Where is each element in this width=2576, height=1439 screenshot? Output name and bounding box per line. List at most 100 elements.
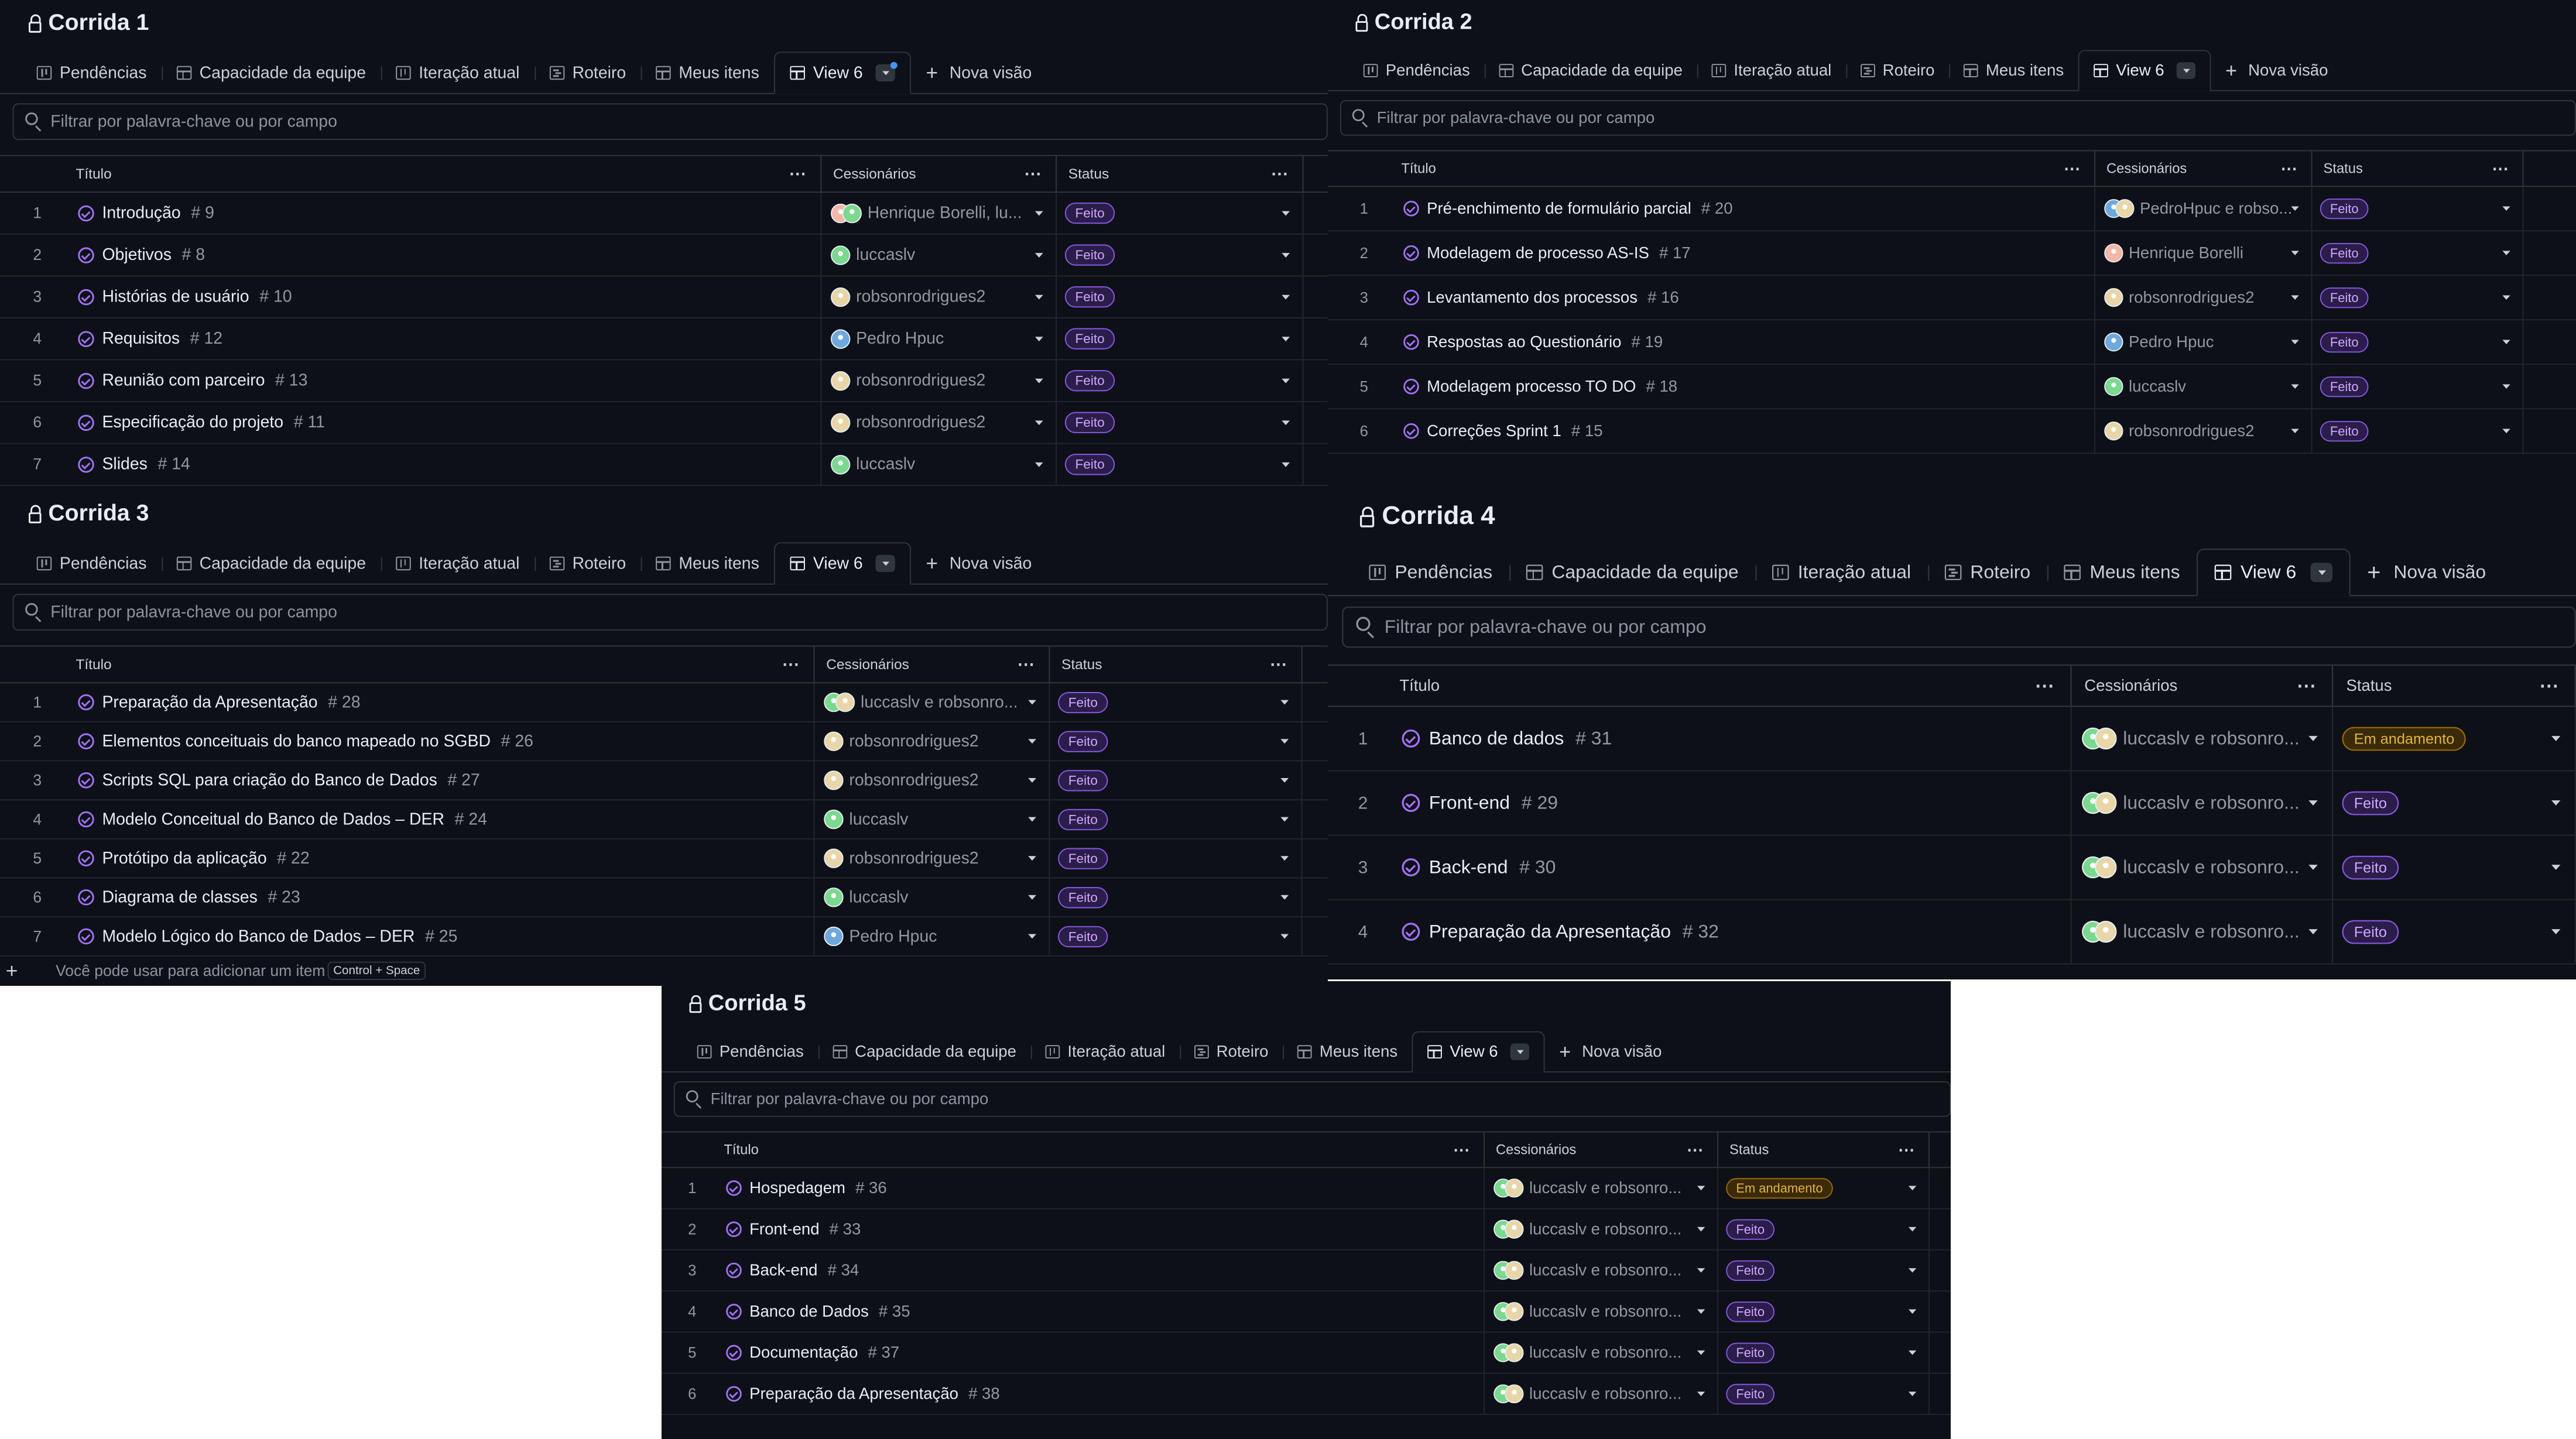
item-title-link[interactable]: Levantamento dos processos — [1427, 289, 1638, 307]
status-cell[interactable]: Feito — [2313, 409, 2524, 453]
tab-itera-o-atual[interactable]: Iteração atual — [1030, 1032, 1180, 1071]
chevron-down-icon[interactable] — [2291, 251, 2299, 256]
item-title-cell[interactable]: Hospedagem # 36 — [723, 1168, 1485, 1208]
chevron-down-icon[interactable] — [2551, 929, 2561, 934]
assignees-cell[interactable]: robsonrodrigues2 — [815, 722, 1050, 760]
chevron-down-icon[interactable] — [1908, 1186, 1917, 1191]
tab-meus-itens[interactable]: Meus itens — [2047, 550, 2197, 595]
item-title-link[interactable]: Scripts SQL para criação do Banco de Dad… — [102, 771, 437, 790]
item-title-link[interactable]: Banco de Dados — [749, 1303, 869, 1321]
chevron-down-icon[interactable] — [1034, 336, 1043, 341]
tab-capacidade-da-equipe[interactable]: Capacidade da equipe — [161, 53, 381, 93]
chevron-down-icon[interactable] — [2551, 736, 2561, 741]
item-title-cell[interactable]: Banco de dados # 31 — [1398, 707, 2072, 770]
item-title-link[interactable]: Preparação da Apresentação — [1429, 921, 1671, 942]
column-menu-icon[interactable]: ⋯ — [2539, 675, 2559, 698]
assignees-cell[interactable]: luccaslv e robsonro... — [2071, 771, 2334, 835]
tab-meus-itens[interactable]: Meus itens — [1949, 51, 2078, 90]
item-title-link[interactable]: Front-end — [749, 1220, 819, 1238]
status-cell[interactable]: Feito — [2313, 187, 2524, 231]
chevron-down-icon[interactable] — [2502, 429, 2510, 434]
status-cell[interactable]: Feito — [2334, 900, 2576, 964]
table-row[interactable]: 6 Diagrama de classes # 23 luccaslv Feito — [0, 878, 1328, 918]
chevron-down-icon[interactable] — [1908, 1350, 1917, 1355]
chevron-down-icon[interactable] — [2291, 340, 2299, 345]
column-header-assignees[interactable]: Cessionários ⋯ — [821, 156, 1057, 192]
item-title-cell[interactable]: Modelo Lógico do Banco de Dados – DER # 2… — [74, 917, 815, 955]
chevron-down-icon[interactable] — [2502, 384, 2510, 389]
item-title-link[interactable]: Preparação da Apresentação — [749, 1385, 958, 1403]
tab-meus-itens[interactable]: Meus itens — [1283, 1032, 1412, 1071]
assignees-cell[interactable]: luccaslv e robsonro... — [1485, 1209, 1718, 1249]
assignees-cell[interactable]: luccaslv — [821, 234, 1057, 276]
tab-meus-itens[interactable]: Meus itens — [640, 53, 775, 93]
item-title-cell[interactable]: Modelagem de processo AS-IS # 17 — [1400, 231, 2095, 275]
assignees-cell[interactable]: PedroHpuc e robso... — [2095, 187, 2313, 231]
chevron-down-icon[interactable] — [1908, 1268, 1917, 1273]
assignees-cell[interactable]: luccaslv — [815, 878, 1050, 917]
assignees-cell[interactable]: robsonrodrigues2 — [815, 839, 1050, 878]
chevron-down-icon[interactable] — [2502, 251, 2510, 256]
chevron-down-icon[interactable] — [1280, 777, 1289, 783]
tab-capacidade-da-equipe[interactable]: Capacidade da equipe — [161, 543, 381, 584]
table-row[interactable]: 7 Slides # 14 luccaslv Feito — [0, 444, 1328, 486]
item-title-cell[interactable]: Introdução # 9 — [74, 193, 822, 234]
column-menu-icon[interactable]: ⋯ — [1453, 1140, 1470, 1160]
column-menu-icon[interactable]: ⋯ — [2064, 159, 2081, 179]
item-title-link[interactable]: Modelo Lógico do Banco de Dados – DER — [102, 927, 415, 945]
item-title-cell[interactable]: Pré-enchimento de formulário parcial # 20 — [1400, 187, 2095, 231]
assignees-cell[interactable]: Pedro Hpuc — [815, 917, 1050, 955]
chevron-down-icon[interactable] — [1028, 895, 1036, 900]
item-title-cell[interactable]: Back-end # 34 — [723, 1250, 1485, 1291]
column-header-status[interactable]: Status ⋯ — [2313, 151, 2524, 186]
column-menu-icon[interactable]: ⋯ — [1271, 164, 1289, 184]
tab-capacidade-da-equipe[interactable]: Capacidade da equipe — [818, 1032, 1030, 1071]
chevron-down-icon[interactable] — [2308, 929, 2318, 934]
table-row[interactable]: 6 Especificação do projeto # 11 robsonrodri… — [0, 402, 1328, 444]
table-row[interactable]: 5 Documentação # 37 luccaslv e robsonro... F… — [662, 1332, 1951, 1374]
chevron-down-icon[interactable] — [2502, 206, 2510, 211]
item-title-link[interactable]: Modelagem de processo AS-IS — [1427, 244, 1649, 262]
chevron-down-icon[interactable] — [2308, 865, 2318, 870]
item-title-cell[interactable]: Respostas ao Questionário # 19 — [1400, 320, 2095, 364]
assignees-cell[interactable]: luccaslv — [2095, 365, 2313, 409]
assignees-cell[interactable]: luccaslv e robsonro... — [1485, 1332, 1718, 1373]
table-row[interactable]: 4 Requisitos # 12 Pedro Hpuc Feito — [0, 318, 1328, 361]
item-title-link[interactable]: Requisitos — [102, 330, 180, 348]
column-header-status[interactable]: Status ⋯ — [1718, 1132, 1930, 1167]
assignees-cell[interactable]: Pedro Hpuc — [2095, 320, 2313, 364]
column-menu-icon[interactable]: ⋯ — [1270, 655, 1287, 674]
chevron-down-icon[interactable] — [1028, 700, 1036, 705]
item-title-cell[interactable]: Histórias de usuário # 10 — [74, 276, 822, 317]
column-header-title[interactable]: Título ⋯ — [74, 156, 822, 192]
view-options-button[interactable] — [875, 61, 898, 82]
column-menu-icon[interactable]: ⋯ — [1898, 1140, 1915, 1160]
chevron-down-icon[interactable] — [2551, 865, 2561, 870]
column-header-title[interactable]: Título ⋯ — [74, 646, 815, 683]
tab-roteiro[interactable]: Roteiro — [1179, 1032, 1283, 1071]
status-cell[interactable]: Feito — [1057, 318, 1304, 359]
column-header-title[interactable]: Título ⋯ — [723, 1132, 1485, 1167]
status-cell[interactable]: Feito — [1050, 878, 1303, 917]
chevron-down-icon[interactable] — [1028, 856, 1036, 861]
status-cell[interactable]: Feito — [1718, 1373, 1930, 1414]
chevron-down-icon[interactable] — [1034, 420, 1043, 425]
status-cell[interactable]: Feito — [1050, 683, 1303, 721]
tab-itera-o-atual[interactable]: Iteração atual — [1697, 51, 1846, 90]
filter-input[interactable]: Filtrar por palavra-chave ou por campo — [1342, 607, 2576, 648]
chevron-down-icon[interactable] — [1028, 817, 1036, 822]
view-options-button[interactable] — [2176, 62, 2195, 79]
column-header-assignees[interactable]: Cessionários ⋯ — [2071, 666, 2334, 706]
item-title-cell[interactable]: Preparação da Apresentação # 32 — [1398, 900, 2072, 964]
tab-roteiro[interactable]: Roteiro — [1927, 550, 2047, 595]
status-cell[interactable]: Feito — [1718, 1291, 1930, 1332]
column-header-status[interactable]: Status ⋯ — [2334, 666, 2576, 706]
chevron-down-icon[interactable] — [1280, 700, 1289, 705]
status-cell[interactable]: Feito — [1057, 276, 1304, 317]
column-menu-icon[interactable]: ⋯ — [2035, 675, 2055, 698]
tab-roteiro[interactable]: Roteiro — [534, 53, 641, 93]
item-title-link[interactable]: Front-end — [1429, 792, 1510, 813]
table-row[interactable]: 3 Levantamento dos processos # 16 robsonrod… — [1328, 276, 2576, 321]
filter-input[interactable]: Filtrar por palavra-chave ou por campo — [1340, 100, 2576, 136]
table-row[interactable]: 1 Preparação da Apresentação # 28 luccaslv … — [0, 683, 1328, 722]
